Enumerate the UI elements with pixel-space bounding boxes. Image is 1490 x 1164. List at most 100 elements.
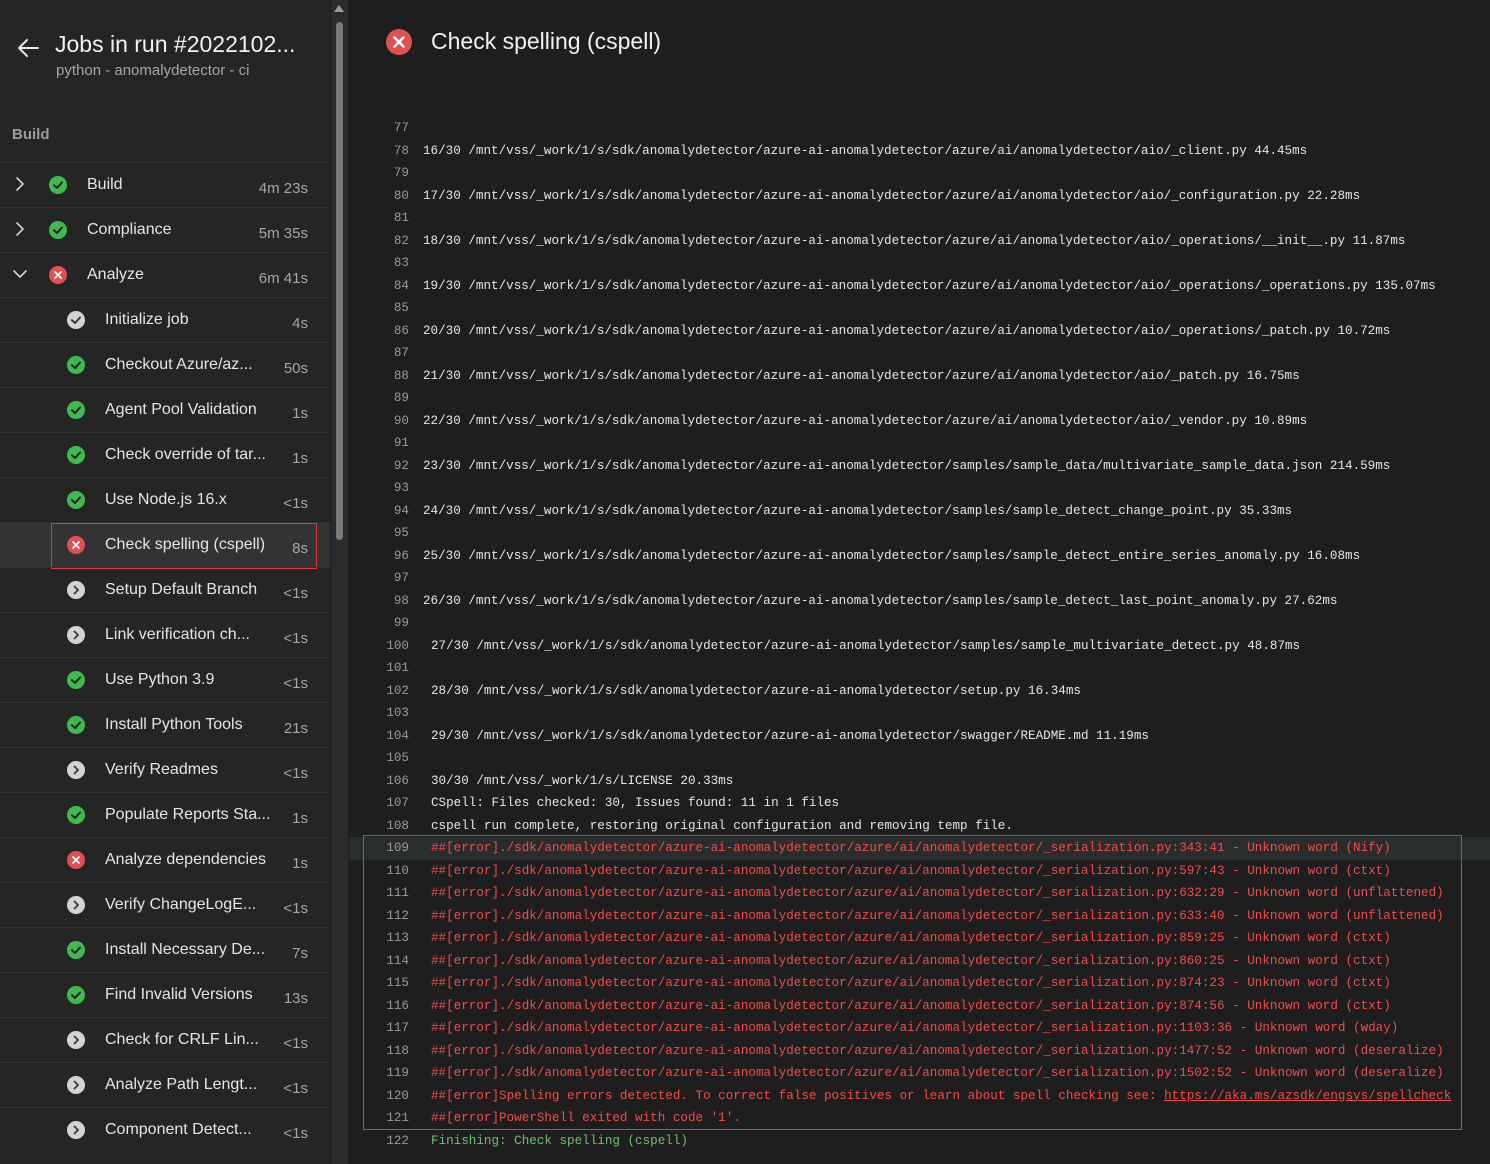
- step-duration: 7s: [292, 945, 308, 962]
- step-label: Check spelling (cspell): [105, 536, 266, 553]
- skipped-arrow-icon: [67, 1121, 85, 1139]
- log-line: 96 25/30 /mnt/vss/_work/1/s/sdk/anomalyde…: [349, 545, 1490, 568]
- step-label: Install Python Tools: [105, 716, 243, 733]
- spellcheck-docs-link[interactable]: https://aka.ms/azsdk/engsys/spellcheck: [1164, 1089, 1451, 1103]
- line-number: 120: [386, 1088, 409, 1103]
- line-number: 85: [393, 301, 409, 315]
- success-check-icon: [67, 986, 85, 1004]
- log-text: 16/30 /mnt/vss/_work/1/s/sdk/anomalydete…: [423, 140, 1307, 163]
- job-label: Analyze: [87, 266, 144, 283]
- line-number: 92: [393, 458, 409, 473]
- log-text-content: Finishing: Check spelling (cspell): [431, 1133, 688, 1148]
- log-text: ##[error]./sdk/anomalydetector/azure-ai-…: [431, 905, 1444, 928]
- log-text: 21/30 /mnt/vss/_work/1/s/sdk/anomalydete…: [423, 365, 1300, 388]
- step-row-checkout-azure-az[interactable]: Checkout Azure/az... 50s: [0, 342, 330, 387]
- step-row-initialize-job[interactable]: Initialize job 4s: [0, 297, 330, 342]
- step-duration: 1s: [292, 855, 308, 872]
- chevron-right-icon[interactable]: [12, 176, 28, 192]
- log-line: 107 CSpell: Files checked: 30, Issues fou…: [349, 792, 1490, 815]
- log-line: 108 cspell run complete, restoring origin…: [349, 815, 1490, 838]
- log-text: 19/30 /mnt/vss/_work/1/s/sdk/anomalydete…: [423, 275, 1436, 298]
- step-duration: <1s: [283, 1125, 308, 1142]
- run-title: Jobs in run #2022102...: [55, 31, 296, 57]
- log-error-line: 117 ##[error]./sdk/anomalydetector/azure-…: [349, 1017, 1490, 1040]
- step-duration: <1s: [283, 675, 308, 692]
- line-number: 118: [386, 1043, 409, 1058]
- step-row-analyze-dependencies[interactable]: Analyze dependencies 1s: [0, 837, 330, 882]
- line-number: 121: [386, 1111, 409, 1125]
- failed-status-icon: [386, 29, 412, 55]
- log-panel: Check spelling (cspell) 77 78 16/30 /mnt/v…: [349, 0, 1490, 1164]
- step-row-use-node-js-16-x[interactable]: Use Node.js 16.x <1s: [0, 477, 330, 522]
- success-check-icon: [67, 491, 85, 509]
- log-line: 79: [349, 162, 1490, 185]
- log-error-line: 121 ##[error]PowerShell exited with code …: [349, 1107, 1490, 1130]
- step-duration: <1s: [283, 630, 308, 647]
- scroll-up-icon[interactable]: [334, 5, 344, 12]
- log-line: 85: [349, 297, 1490, 320]
- line-number: 102: [386, 683, 409, 698]
- step-row-verify-readmes[interactable]: Verify Readmes <1s: [0, 747, 330, 792]
- step-row-link-verification-ch[interactable]: Link verification ch... <1s: [0, 612, 330, 657]
- log-line: 100 27/30 /mnt/vss/_work/1/s/sdk/anomalyd…: [349, 635, 1490, 658]
- scrollbar-thumb[interactable]: [336, 22, 343, 540]
- log-text-content: 16/30 /mnt/vss/_work/1/s/sdk/anomalydete…: [423, 143, 1308, 158]
- step-label: Check override of tar...: [105, 446, 266, 463]
- step-row-populate-reports-sta[interactable]: Populate Reports Sta... 1s: [0, 792, 330, 837]
- step-row-check-override-of-tar[interactable]: Check override of tar... 1s: [0, 432, 330, 477]
- log-text-content: ##[error]./sdk/anomalydetector/azure-ai-…: [431, 908, 1444, 923]
- skipped-arrow-icon: [67, 626, 85, 644]
- log-text-content: 22/30 /mnt/vss/_work/1/s/sdk/anomalydete…: [423, 413, 1308, 428]
- chevron-right-icon[interactable]: [12, 221, 28, 237]
- log-text: 28/30 /mnt/vss/_work/1/s/sdk/anomalydete…: [431, 680, 1081, 703]
- back-arrow-icon[interactable]: [14, 34, 42, 62]
- line-number: 86: [393, 323, 409, 338]
- log-text: ##[error]./sdk/anomalydetector/azure-ai-…: [431, 950, 1391, 973]
- job-row-analyze[interactable]: Analyze 6m 41s: [0, 252, 330, 297]
- step-row-analyze-path-lengt[interactable]: Analyze Path Lengt... <1s: [0, 1062, 330, 1107]
- log-text: Finishing: Check spelling (cspell): [431, 1130, 688, 1153]
- step-row-verify-changeloge[interactable]: Verify ChangeLogE... <1s: [0, 882, 330, 927]
- step-row-find-invalid-versions[interactable]: Find Invalid Versions 13s: [0, 972, 330, 1017]
- step-row-check-spelling-cspell[interactable]: Check spelling (cspell) 8s: [0, 522, 330, 569]
- log-text: cspell run complete, restoring original …: [431, 815, 1013, 838]
- log-error-line: 109 ##[error]./sdk/anomalydetector/azure-…: [349, 837, 1490, 860]
- step-row-install-necessary-de[interactable]: Install Necessary De... 7s: [0, 927, 330, 972]
- line-number: 87: [393, 346, 409, 360]
- log-text-content: ##[error]./sdk/anomalydetector/azure-ai-…: [431, 841, 1391, 855]
- line-number: 84: [393, 278, 409, 293]
- sidebar-scrollbar[interactable]: [331, 0, 348, 1164]
- log-text-content: ##[error]./sdk/anomalydetector/azure-ai-…: [431, 1021, 1399, 1035]
- job-row-compliance[interactable]: Compliance 5m 35s: [0, 207, 330, 252]
- success-check-icon: [49, 176, 67, 194]
- success-check-icon: [67, 446, 85, 464]
- log-text: ##[error]./sdk/anomalydetector/azure-ai-…: [431, 995, 1391, 1018]
- line-number: 79: [393, 166, 409, 180]
- log-error-line: 110 ##[error]./sdk/anomalydetector/azure-…: [349, 860, 1490, 883]
- step-row-check-for-crlf-lin[interactable]: Check for CRLF Lin... <1s: [0, 1017, 330, 1062]
- step-row-install-python-tools[interactable]: Install Python Tools 21s: [0, 702, 330, 747]
- step-label: Install Necessary De...: [105, 941, 266, 958]
- step-duration: 21s: [283, 720, 308, 737]
- step-row-component-detect[interactable]: Component Detect... <1s: [0, 1107, 330, 1152]
- job-list: Build 4m 23s Compliance 5m 35s Analyze 6m 41s…: [0, 162, 330, 1152]
- completed-check-icon: [67, 311, 85, 329]
- line-number: 77: [393, 121, 409, 135]
- step-row-use-python-3-9[interactable]: Use Python 3.9 <1s: [0, 657, 330, 702]
- log-text: ##[error]./sdk/anomalydetector/azure-ai-…: [431, 1017, 1398, 1040]
- log-line: 82 18/30 /mnt/vss/_work/1/s/sdk/anomalyde…: [349, 230, 1490, 253]
- log-text-content: 23/30 /mnt/vss/_work/1/s/sdk/anomalydete…: [423, 458, 1391, 473]
- log-text-content: 29/30 /mnt/vss/_work/1/s/sdk/anomalydete…: [431, 728, 1149, 743]
- log-text: 30/30 /mnt/vss/_work/1/s/LICENSE 20.33ms: [431, 770, 733, 793]
- step-row-setup-default-branch[interactable]: Setup Default Branch <1s: [0, 567, 330, 612]
- job-row-build[interactable]: Build 4m 23s: [0, 162, 330, 207]
- step-row-agent-pool-validation[interactable]: Agent Pool Validation 1s: [0, 387, 330, 432]
- success-check-icon: [67, 806, 85, 824]
- chevron-down-icon[interactable]: [12, 266, 28, 282]
- log-output: 77 78 16/30 /mnt/vss/_work/1/s/sdk/anomaly…: [349, 117, 1490, 1152]
- skipped-arrow-icon: [67, 1031, 85, 1049]
- failed-x-icon: [49, 266, 67, 284]
- step-label: Verify ChangeLogE...: [105, 896, 257, 913]
- log-text-content: 21/30 /mnt/vss/_work/1/s/sdk/anomalydete…: [423, 368, 1300, 383]
- line-number: 104: [386, 728, 409, 743]
